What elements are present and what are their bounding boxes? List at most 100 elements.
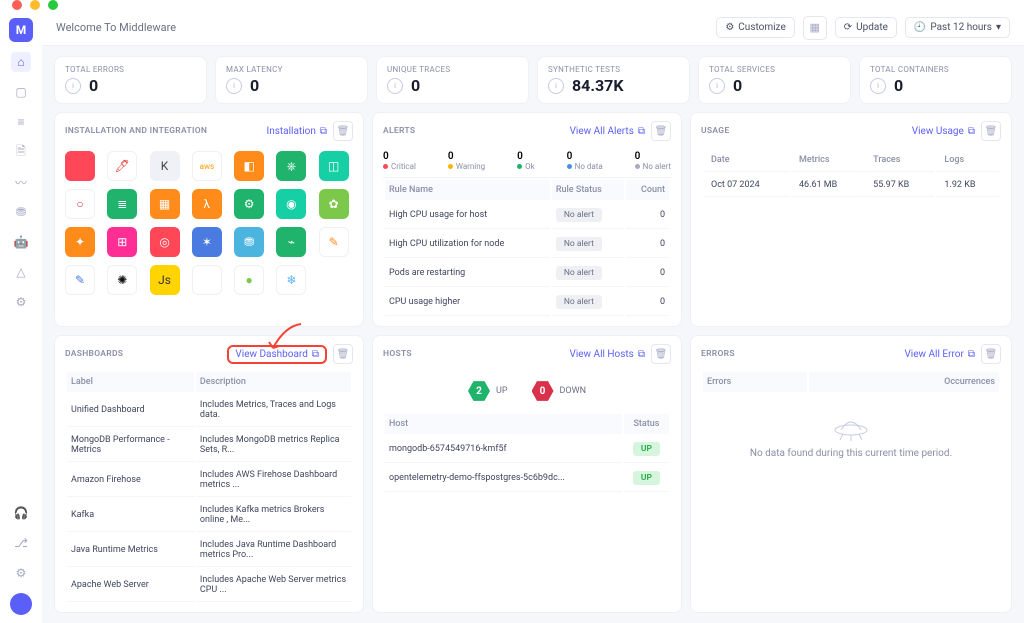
integration-icon[interactable]: ✺ [107,265,137,295]
stat-card: TOTAL SERVICES i0 [698,56,851,104]
integration-icon[interactable]: ✶ [192,227,222,257]
integration-icon[interactable]: ⌁ [276,227,306,257]
nav-settings-icon[interactable]: ⚙ [11,563,31,583]
maximize-icon[interactable] [48,0,58,10]
integration-icon[interactable]: ⊞ [107,227,137,257]
view-dashboard-link[interactable]: View Dashboard ⧉ [227,345,327,364]
app-logo[interactable]: M [9,18,33,42]
ufo-icon [831,414,871,442]
integration-icon[interactable]: ✎ [65,265,95,295]
welcome-text: Welcome To Middleware [56,21,176,34]
delete-icon[interactable]: 🗑 [981,121,1001,141]
integration-icon[interactable]: ◧ [234,151,264,181]
integration-icon[interactable]: ≣ [107,189,137,219]
col-count: Count [626,180,669,200]
install-link[interactable]: Installation ⧉ [267,126,328,137]
dashboard-row[interactable]: MongoDB Performance - MetricsIncludes Mo… [67,429,351,462]
errors-empty-text: No data found during this current time p… [705,448,997,459]
integration-icon[interactable]: ◫ [319,151,349,181]
integration-icon[interactable]: ▦ [150,189,180,219]
integration-icon[interactable]: ⎈ [276,151,306,181]
stat-card: TOTAL CONTAINERS i0 [859,56,1012,104]
topbar: Welcome To Middleware ⚙Customize ▦ ⟳Upda… [42,10,1024,46]
usage-link[interactable]: View Usage ⧉ [912,126,975,137]
dashboards-title: DASHBOARDS [65,349,123,359]
integration-icon[interactable]: ✦ [65,227,95,257]
close-icon[interactable] [12,0,22,10]
user-avatar[interactable] [10,593,32,615]
integration-icon[interactable] [192,265,222,295]
usage-card: USAGE View Usage ⧉ 🗑 Date Metrics Traces… [690,112,1012,327]
alert-row[interactable]: High CPU usage for hostNo alert0 [385,202,669,229]
integration-icon[interactable]: ● [234,265,264,295]
col-rule-name: Rule Name [385,180,550,200]
alerts-title: ALERTS [383,126,415,136]
customize-button[interactable]: ⚙Customize [716,17,794,38]
dashboard-row[interactable]: Java Runtime MetricsIncludes Java Runtim… [67,534,351,567]
stat-label: SYNTHETIC TESTS [548,65,679,74]
update-button[interactable]: ⟳Update [835,17,897,38]
delete-icon[interactable]: 🗑 [651,344,671,364]
integration-icon[interactable] [65,151,95,181]
alert-dist-cell: 0 Critical [383,151,416,171]
usage-row: Oct 07 202446.61 MB55.97 KB1.92 KB [703,174,999,197]
up-hex: 2 [468,380,490,402]
integration-icon[interactable]: ◉ [276,189,306,219]
hosts-link[interactable]: View All Hosts ⧉ [569,349,645,360]
integration-icon[interactable]: K [150,151,180,181]
nav-bot-icon[interactable]: 🤖 [11,232,31,252]
host-row[interactable]: opentelemetry-demo-ffspostgres-5c6b9dc..… [385,465,669,492]
nav-file-icon[interactable]: 🗎 [11,142,31,162]
nav-tree-icon[interactable]: ⎇ [11,533,31,553]
nav-home-icon[interactable]: ⌂ [11,52,31,72]
stat-value: 0 [894,76,903,95]
stat-icon: i [548,78,564,94]
alert-row[interactable]: High CPU utilization for nodeNo alert0 [385,231,669,258]
usage-title: USAGE [701,126,729,136]
stat-value: 0 [89,76,98,95]
integration-icon[interactable]: ❄ [276,265,306,295]
nav-alert-icon[interactable]: △ [11,262,31,282]
nav-help-icon[interactable]: 🎧 [11,503,31,523]
stat-card: MAX LATENCY i0 [215,56,368,104]
nav-list-icon[interactable]: ≡ [11,112,31,132]
integration-icon[interactable]: ⚙ [234,189,264,219]
integration-icon[interactable]: ○ [65,189,95,219]
stat-value: 0 [411,76,420,95]
nav-db-icon[interactable]: ⛃ [11,202,31,222]
integration-icon[interactable]: ⛃ [234,227,264,257]
integration-icon[interactable]: ◎ [150,227,180,257]
dashboard-row[interactable]: KafkaIncludes Kafka metrics Brokers onli… [67,499,351,532]
integration-icon[interactable]: ✎ [319,227,349,257]
alerts-card: ALERTS View All Alerts ⧉ 🗑 0 Critical 0 … [372,112,682,327]
nav-app-icon[interactable]: ▢ [11,82,31,102]
integration-icon[interactable]: Js [150,265,180,295]
dashboard-row[interactable]: Apache Web ServerIncludes Apache Web Ser… [67,569,351,602]
stat-label: TOTAL ERRORS [65,65,196,74]
errors-link[interactable]: View All Error ⧉ [904,349,975,360]
alerts-link[interactable]: View All Alerts ⧉ [570,126,645,137]
integration-icon[interactable]: ✿ [319,189,349,219]
minimize-icon[interactable] [30,0,40,10]
timerange-picker[interactable]: 🕘Past 12 hours▾ [905,17,1010,38]
delete-icon[interactable]: 🗑 [651,121,671,141]
stat-value: 0 [250,76,259,95]
dashboard-row[interactable]: Amazon FirehoseIncludes AWS Firehose Das… [67,464,351,497]
alert-row[interactable]: CPU usage higherNo alert0 [385,289,669,316]
alert-dist-cell: 0 Ok [517,151,535,171]
alert-dist-cell: 0 No alert [635,151,671,171]
dashboard-row[interactable]: Unified DashboardIncludes Metrics, Trace… [67,394,351,427]
alert-dist-cell: 0 No data [567,151,603,171]
grid-toggle-button[interactable]: ▦ [803,16,827,40]
stat-card: TOTAL ERRORS i0 [54,56,207,104]
host-row[interactable]: mongodb-6574549716-kmf5fUP [385,436,669,463]
delete-icon[interactable]: 🗑 [981,344,1001,364]
delete-icon[interactable]: 🗑 [333,121,353,141]
integration-icon[interactable]: aws [192,151,222,181]
integration-icon[interactable]: λ [192,189,222,219]
integration-icon[interactable]: 🖊 [107,151,137,181]
nav-trace-icon[interactable]: 〰 [11,172,31,192]
delete-icon[interactable]: 🗑 [333,344,353,364]
nav-gear-icon[interactable]: ⚙ [11,292,31,312]
alert-row[interactable]: Pods are restartingNo alert0 [385,260,669,287]
